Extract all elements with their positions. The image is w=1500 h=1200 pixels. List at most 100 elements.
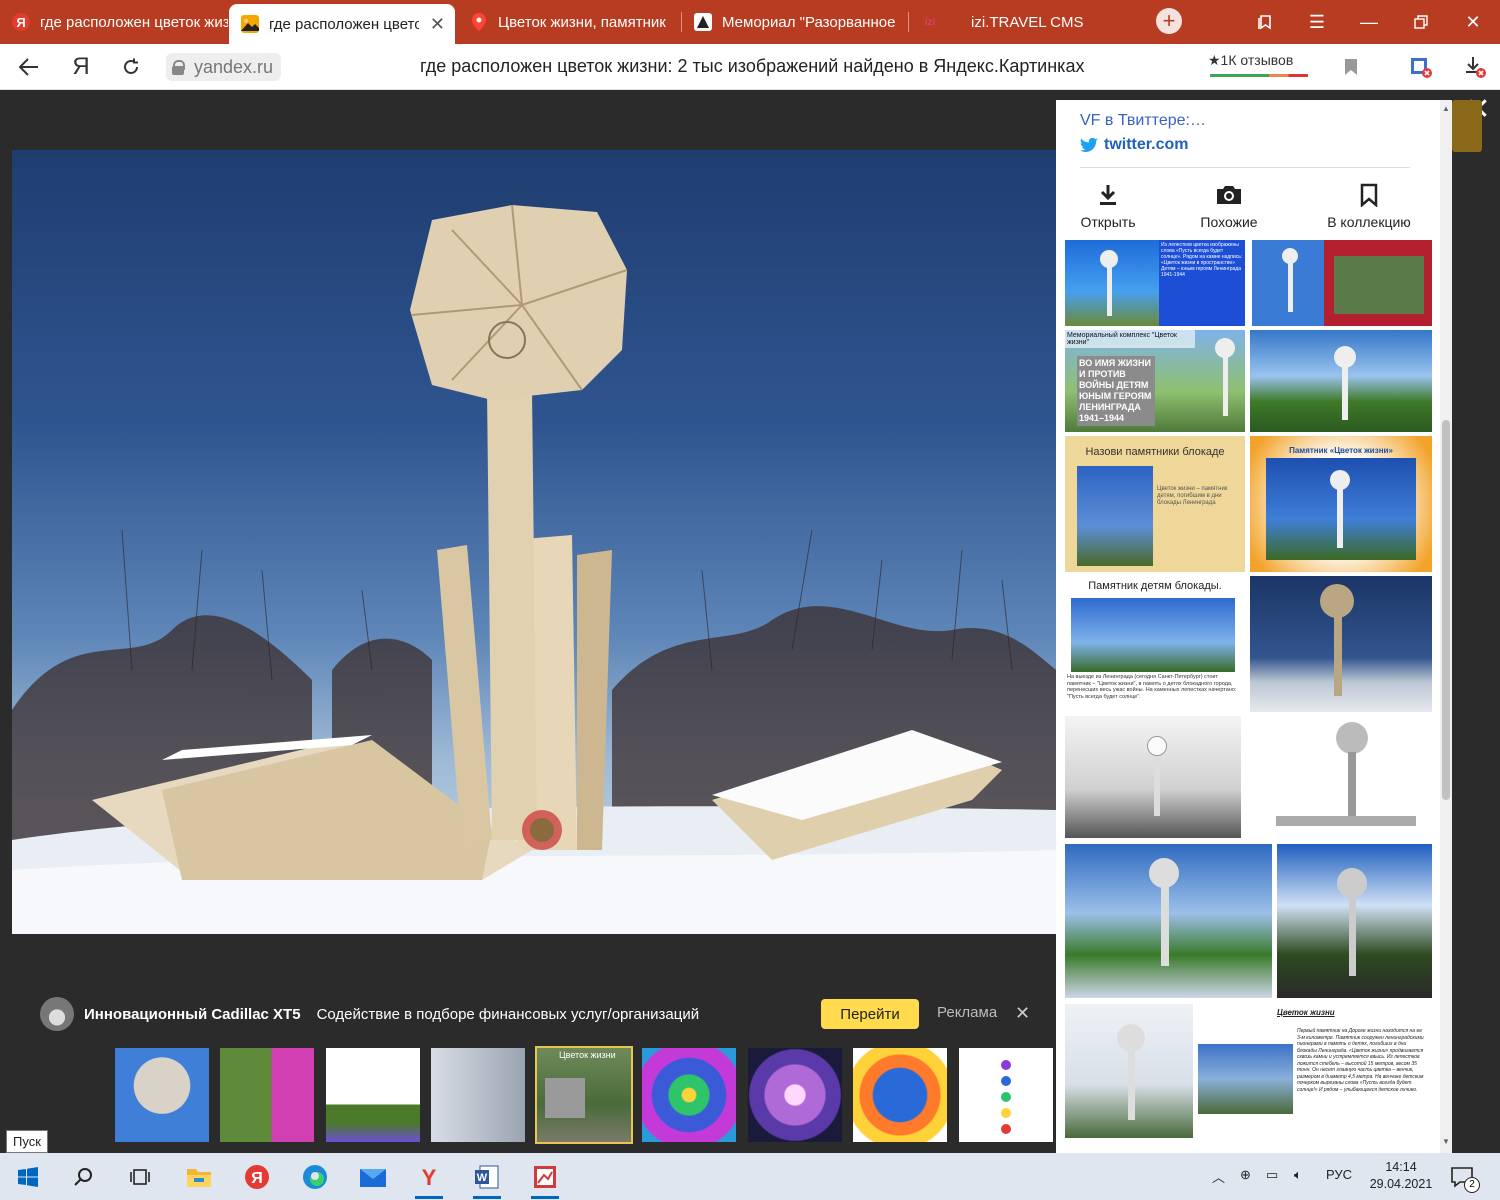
thumbnail[interactable]	[642, 1048, 736, 1142]
grid-image[interactable]: Памятник «Цветок жизни»	[1250, 436, 1432, 572]
translate-icon[interactable]	[1406, 52, 1436, 82]
scrollbar-thumb[interactable]	[1442, 420, 1450, 800]
menu-icon[interactable]: ☰	[1292, 0, 1342, 44]
source-domain: twitter.com	[1104, 136, 1189, 153]
tab-2-active[interactable]: где расположен цветок жизни ✕	[229, 4, 455, 44]
tab-label: где расположен цветок жизни	[40, 13, 228, 31]
thumbnail[interactable]	[326, 1048, 420, 1142]
similar-label: Похожие	[1200, 214, 1258, 230]
clock-date: 29.04.2021	[1369, 1177, 1433, 1191]
side-tab[interactable]	[1452, 100, 1482, 152]
grid-image[interactable]: Мемориальный комплекс "Цветок жизни" ВО …	[1065, 330, 1245, 432]
grid-image-text: Цветок жизни – памятник детям, погибшим …	[1157, 486, 1228, 506]
task-view-icon[interactable]	[122, 1159, 158, 1195]
notification-count: 2	[1464, 1177, 1480, 1193]
grid-image[interactable]: Из лепестков цветка изображены слова «Пу…	[1065, 240, 1245, 326]
grid-image[interactable]: Цветок жизни Первый памятник на Дороге ж…	[1065, 1004, 1432, 1138]
svg-text:Я: Я	[251, 1170, 263, 1187]
thumbnail[interactable]	[959, 1048, 1053, 1142]
ad-bar: Инновационный Cadillac XT5 Содействие в …	[40, 996, 1040, 1032]
image-favicon-icon	[241, 15, 259, 33]
clock[interactable]: 14:14 29.04.2021	[1366, 1159, 1436, 1193]
scroll-up-icon[interactable]: ▲	[1440, 104, 1452, 116]
grid-image[interactable]	[1065, 716, 1241, 838]
reload-icon[interactable]	[116, 52, 146, 82]
tab-bar: Я где расположен цветок жизни где распол…	[0, 0, 1500, 44]
volume-icon[interactable]: 🔈︎	[1294, 1167, 1302, 1183]
tab-close-icon[interactable]: ✕	[430, 14, 445, 35]
image-viewer-app-icon[interactable]	[527, 1159, 563, 1199]
source-domain-link[interactable]: twitter.com	[1080, 136, 1188, 154]
grid-image[interactable]	[1277, 844, 1432, 998]
grid-image[interactable]	[1065, 844, 1272, 998]
tab-label: где расположен цветок жизни	[269, 15, 419, 33]
grid-image[interactable]	[1250, 330, 1432, 432]
tab-4[interactable]: Мемориал "Разорванное кольцо"	[682, 0, 907, 44]
source-title-link[interactable]: VF в Твиттере:…	[1080, 112, 1206, 130]
svg-text:Y: Y	[422, 1165, 437, 1189]
collections-icon[interactable]	[1240, 0, 1290, 44]
downloads-icon[interactable]	[1460, 52, 1490, 82]
ad-tag: Реклама	[937, 1004, 998, 1021]
thumbnail[interactable]	[220, 1048, 314, 1142]
tab-label: Цветок жизни, памятник	[498, 13, 666, 31]
thumbnail[interactable]	[853, 1048, 947, 1142]
tab-5[interactable]: izi izi.TRAVEL CMS	[909, 0, 1139, 44]
grid-image-text: На выезде из Ленинграда (сегодня Санкт-П…	[1067, 674, 1237, 700]
add-to-collection-button[interactable]: В коллекцию	[1314, 180, 1424, 230]
thumbnail-selected[interactable]: Цветок жизни	[535, 1046, 633, 1144]
reviews-badge[interactable]: ★1К отзывов	[1208, 52, 1308, 77]
yandex-browser-icon[interactable]: Я	[239, 1159, 275, 1195]
tray-display-icon[interactable]: ▭	[1266, 1167, 1278, 1183]
thumbnail[interactable]	[115, 1048, 209, 1142]
tab-1[interactable]: Я где расположен цветок жизни	[0, 0, 228, 44]
page-title: где расположен цветок жизни: 2 тыс изобр…	[420, 56, 1085, 76]
yandex-logo-icon[interactable]: Я	[66, 52, 96, 82]
notifications-icon[interactable]: 2	[1444, 1159, 1480, 1195]
address-bar: Я yandex.ru где расположен цветок жизни:…	[0, 44, 1500, 90]
new-tab-button[interactable]: +	[1156, 8, 1182, 34]
ad-avatar[interactable]	[40, 997, 74, 1031]
ad-name[interactable]: Инновационный Cadillac XT5	[84, 1006, 301, 1023]
ad-go-button[interactable]: Перейти	[821, 999, 919, 1029]
search-icon[interactable]	[66, 1159, 102, 1195]
grid-image-text: Мемориальный комплекс "Цветок жизни"	[1065, 330, 1195, 348]
language-indicator[interactable]: РУС	[1326, 1167, 1352, 1182]
thumbnail[interactable]	[748, 1048, 842, 1142]
bookmark-icon	[1314, 180, 1424, 210]
word-icon[interactable]: W	[469, 1159, 505, 1199]
mail-icon[interactable]	[355, 1159, 391, 1195]
thumbnail[interactable]	[431, 1048, 525, 1142]
collection-label: В коллекцию	[1327, 214, 1411, 230]
back-arrow-icon[interactable]	[14, 52, 44, 82]
scroll-down-icon[interactable]: ▼	[1440, 1137, 1452, 1149]
restore-icon[interactable]	[1396, 0, 1446, 44]
tray-chevron-icon[interactable]: ︿	[1212, 1167, 1225, 1186]
tray-network-icon[interactable]: ⊕	[1240, 1167, 1251, 1183]
similar-button[interactable]: Похожие	[1174, 180, 1284, 230]
yandex-app-icon[interactable]: Y	[411, 1159, 447, 1199]
url-field[interactable]: yandex.ru	[166, 53, 282, 81]
url-domain: yandex.ru	[194, 56, 274, 77]
windows-start-icon[interactable]	[10, 1159, 46, 1195]
grid-image[interactable]	[1252, 240, 1432, 326]
close-window-icon[interactable]: ✕	[1448, 0, 1498, 44]
file-explorer-icon[interactable]	[181, 1159, 217, 1195]
minimize-icon[interactable]: —	[1344, 0, 1394, 44]
grid-image[interactable]	[1246, 716, 1432, 838]
main-photo[interactable]	[12, 150, 1056, 934]
clock-time: 14:14	[1385, 1160, 1417, 1174]
panel-scrollbar[interactable]: ▲ ▼	[1440, 100, 1452, 1153]
bookmark-icon[interactable]	[1336, 52, 1366, 82]
edge-icon[interactable]	[297, 1159, 333, 1195]
tab-label: izi.TRAVEL CMS	[971, 13, 1084, 31]
grid-image[interactable]	[1250, 576, 1432, 712]
ad-text[interactable]: Содействие в подборе финансовых услуг/ор…	[317, 1006, 700, 1023]
tab-3[interactable]: Цветок жизни, памятник	[458, 0, 680, 44]
ad-close-icon[interactable]: ✕	[1015, 1003, 1030, 1024]
lock-icon	[172, 60, 185, 75]
grid-image[interactable]: Памятник детям блокады. На выезде из Лен…	[1065, 576, 1245, 712]
open-button[interactable]: Открыть	[1056, 180, 1163, 230]
yandex-favicon-icon: Я	[12, 13, 30, 31]
grid-image[interactable]: Назови памятники блокаде Цветок жизни – …	[1065, 436, 1245, 572]
